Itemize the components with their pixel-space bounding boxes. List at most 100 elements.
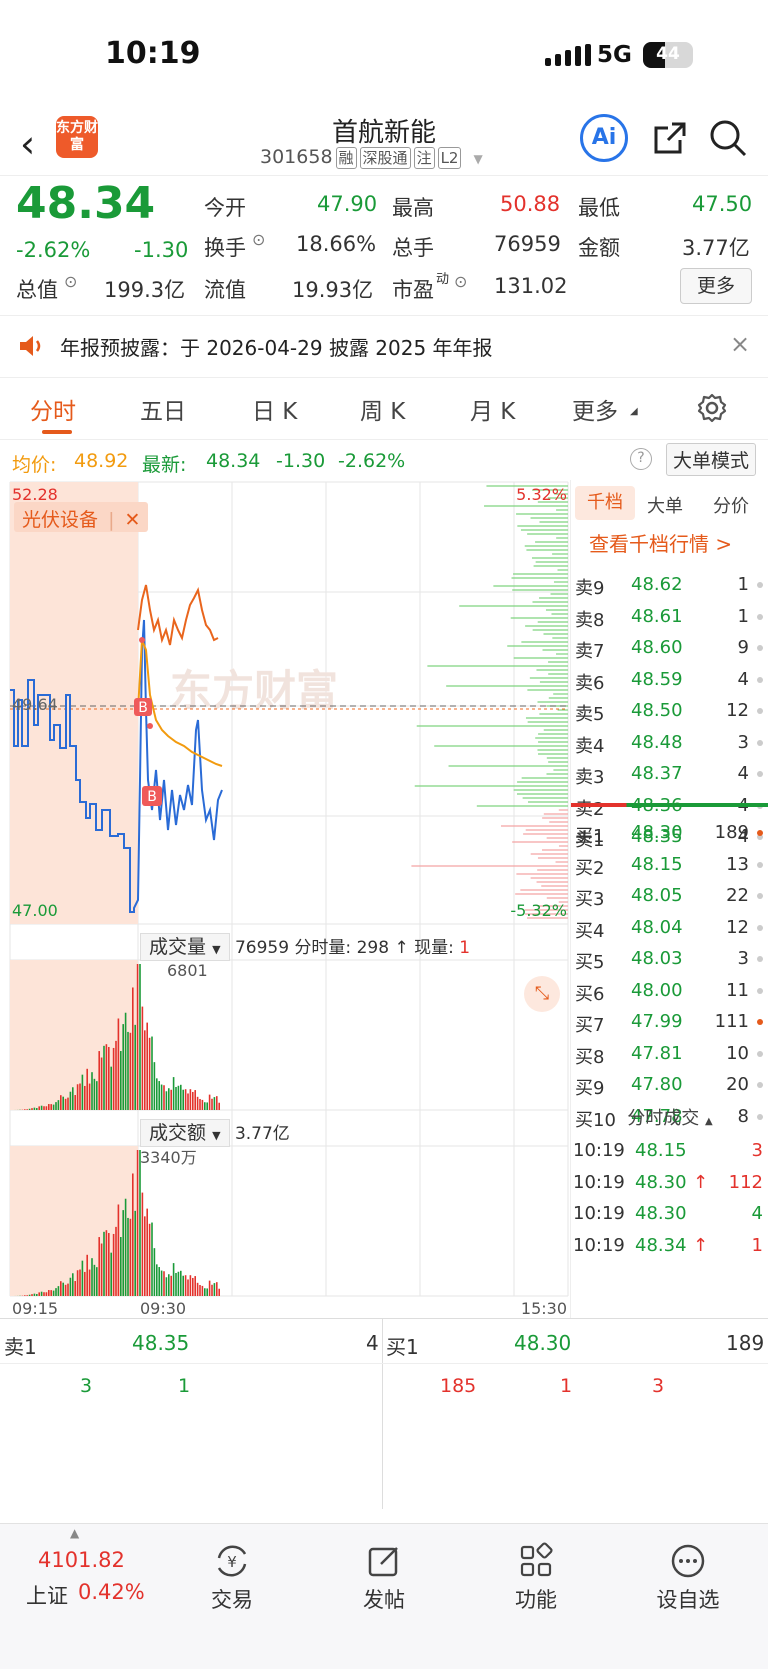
bid-row[interactable]: 买4 48.04 12	[571, 913, 768, 943]
x-mid-label: 09:30	[140, 1299, 186, 1318]
bid-row[interactable]: 买2 48.15 13	[571, 850, 768, 880]
settings-icon[interactable]	[696, 392, 728, 428]
nav-trade-label: 交易	[211, 1588, 253, 1612]
close-icon[interactable]: ×	[730, 330, 750, 358]
volume-bar	[146, 1022, 148, 1110]
ask-row[interactable]: 卖6 48.59 4	[571, 665, 768, 695]
expand-icon[interactable]: ⤡	[524, 976, 560, 1012]
ask-row[interactable]: 卖9 48.62 1	[571, 570, 768, 600]
info-icon[interactable]: ⊙	[454, 272, 467, 291]
volume-selector[interactable]: 成交量 ▼	[140, 933, 230, 961]
bid-row[interactable]: 买7 47.99 111	[571, 1007, 768, 1037]
volume-bar	[60, 1095, 62, 1110]
info-icon[interactable]: ⊙	[64, 272, 77, 291]
nav-trade[interactable]: ¥ 交易	[172, 1540, 292, 1614]
price-mid-label: 49.64	[12, 695, 58, 714]
ask-dot	[757, 582, 763, 588]
bid-row[interactable]: 买1 48.30 189	[571, 818, 768, 848]
ask-label: 卖6	[575, 672, 605, 694]
ask-row[interactable]: 卖8 48.61 1	[571, 602, 768, 632]
ask-row[interactable]: 卖4 48.48 3	[571, 728, 768, 758]
ask-vol: 12	[726, 700, 749, 721]
tick-time: 10:19	[573, 1171, 625, 1193]
volume-bar	[206, 1288, 208, 1296]
index-ticker[interactable]: ▲ 4101.82 上证 0.42%	[20, 1524, 160, 1624]
ask-row[interactable]: 卖3 48.37 4	[571, 759, 768, 789]
volume-bar	[74, 1095, 76, 1110]
svg-text:¥: ¥	[227, 1553, 237, 1571]
svg-text:B: B	[147, 789, 157, 805]
bid-row[interactable]: 买9 47.80 20	[571, 1070, 768, 1100]
volume-bar	[108, 1233, 110, 1296]
x-start-label: 09:15	[12, 1299, 58, 1318]
bid-row[interactable]: 买8 47.81 10	[571, 1039, 768, 1069]
volume-bar	[136, 964, 139, 1110]
bid-dot	[757, 1082, 763, 1088]
ask-vol: 4	[737, 763, 749, 784]
tab-weekly-k[interactable]: 周 K	[360, 392, 405, 426]
tab-more[interactable]: 更多	[572, 392, 618, 426]
change-percent: -2.62%	[16, 238, 91, 262]
ai-button[interactable]: Ai	[580, 114, 628, 162]
sell-queue-item: 3	[80, 1375, 93, 1397]
ask-row[interactable]: 卖7 48.60 9	[571, 633, 768, 663]
tick-vol: 3	[751, 1140, 763, 1161]
announcement-bar[interactable]: 年报预披露：于 2026-04-29 披露 2025 年年报 ×	[0, 316, 768, 378]
volume-bar	[48, 1290, 50, 1296]
nav-functions[interactable]: 功能	[476, 1540, 596, 1614]
ask-row[interactable]: 卖5 48.50 12	[571, 696, 768, 726]
more-button[interactable]: 更多	[680, 268, 752, 304]
tab-5day[interactable]: 五日	[140, 392, 186, 426]
bid-label: 买5	[575, 952, 605, 973]
tab-daily-k[interactable]: 日 K	[252, 392, 297, 426]
volume-minute-label: 分时量:	[294, 938, 352, 958]
ticks-header[interactable]: 分时成交 ▲	[571, 1104, 768, 1130]
volume-bar	[69, 1277, 72, 1296]
nav-add-watchlist[interactable]: 设自选	[628, 1540, 748, 1614]
ob-tab-1000[interactable]: 千档	[575, 486, 635, 520]
amount-selector[interactable]: 成交额 ▼	[140, 1119, 230, 1147]
volume-bar	[103, 1231, 105, 1296]
volume-bar	[192, 1277, 194, 1296]
bid-row[interactable]: 买5 48.03 3	[571, 944, 768, 974]
sector-tag[interactable]: 光伏设备 | ✕	[14, 502, 149, 532]
nav-post[interactable]: 发帖	[324, 1540, 444, 1614]
volume-bar	[194, 1090, 196, 1110]
ask-dot	[757, 645, 763, 651]
info-icon[interactable]: ⊙	[252, 230, 265, 249]
order-book-panel: 千档 大单 分价 查看千档行情 > 卖9 48.62 1 卖8 48.61 1 卖7 48.6…	[570, 480, 768, 1318]
ob-tab-price[interactable]: 分价	[713, 492, 749, 518]
intraday-chart[interactable]: 东方财富 52.28 49.64 47.00 5.32% -5.32% 6801…	[0, 480, 570, 1318]
volume-bar	[144, 1216, 146, 1296]
tab-intraday[interactable]: 分时	[30, 392, 76, 426]
bid-vol: 13	[726, 853, 749, 875]
volume-bar	[81, 1074, 84, 1110]
bid-row[interactable]: 买3 48.05 22	[571, 881, 768, 911]
volume-bar	[48, 1104, 50, 1110]
volume-bar	[165, 1277, 168, 1296]
help-icon[interactable]: ?	[630, 448, 652, 470]
volume-bar	[180, 1084, 182, 1110]
volume-bar	[182, 1275, 184, 1296]
volume-bar	[88, 1269, 91, 1296]
sector-tag-close-icon[interactable]: ✕	[125, 509, 141, 531]
float-label: 流值	[204, 278, 246, 302]
avg-value: 48.92	[74, 450, 129, 472]
tab-monthly-k[interactable]: 月 K	[470, 392, 515, 426]
volume-bar	[184, 1089, 187, 1110]
ob-link[interactable]: 查看千档行情 >	[589, 528, 732, 557]
bottom-buy-label: 买1	[386, 1335, 419, 1359]
ask-price: 48.48	[631, 731, 683, 753]
volume-bar	[208, 1280, 211, 1296]
tick-row: 10:19 48.30 ↑ 112	[571, 1168, 768, 1198]
high-value: 50.88	[500, 192, 561, 216]
stock-code-line[interactable]: 301658 融深股通注 L2 ▼	[260, 146, 483, 169]
share-icon[interactable]	[650, 118, 690, 162]
quote-panel: 48.34 -2.62% -1.30 总值 ⊙ 199.3亿 今开 47.90 …	[0, 176, 768, 316]
bid-row[interactable]: 买6 48.00 11	[571, 976, 768, 1006]
signal-icon	[545, 44, 591, 66]
big-order-mode-button[interactable]: 大单模式	[666, 443, 757, 476]
volume-selector-label: 成交量	[149, 936, 207, 958]
ob-tab-big[interactable]: 大单	[647, 492, 683, 518]
search-icon[interactable]	[708, 118, 748, 162]
